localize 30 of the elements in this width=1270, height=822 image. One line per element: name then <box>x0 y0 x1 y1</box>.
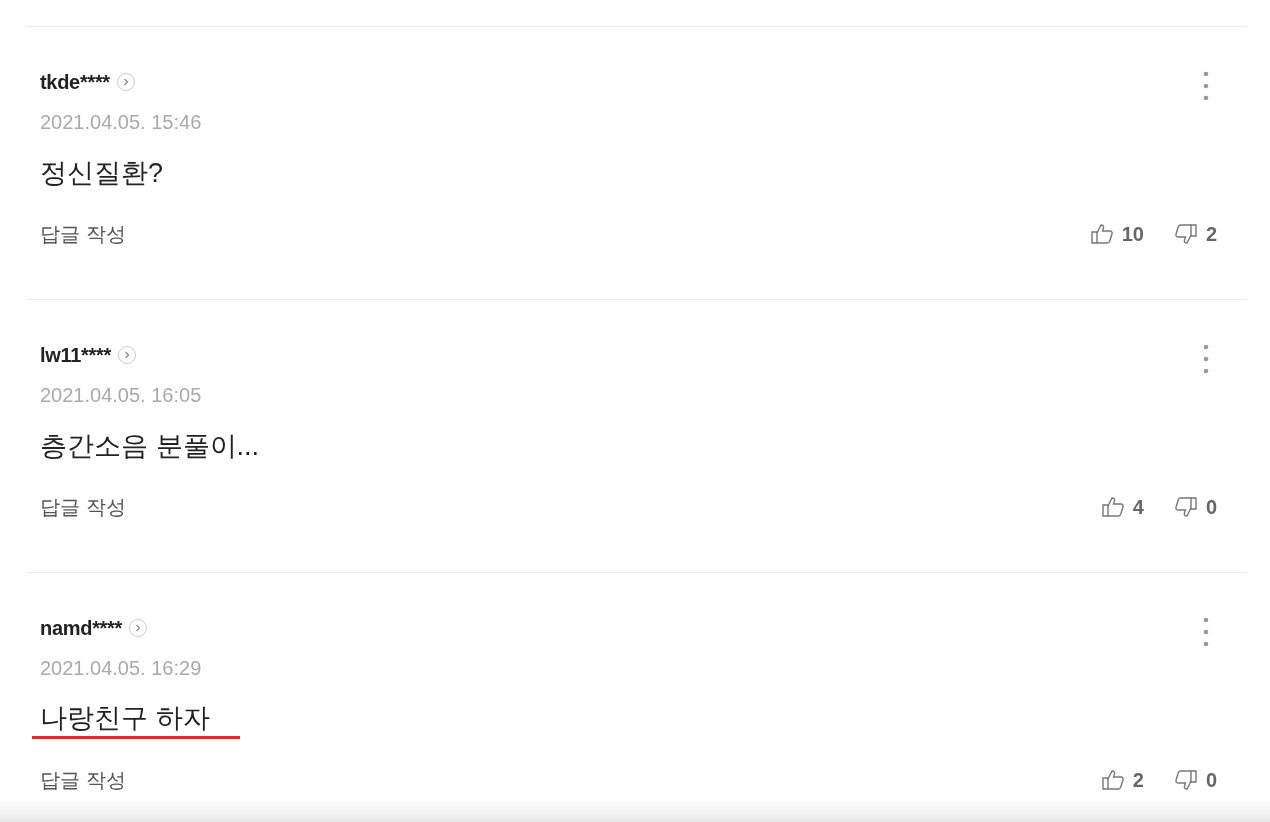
dislike-button[interactable]: 0 <box>1173 765 1217 795</box>
comment-text: 층간소음 분풀이... <box>40 430 259 463</box>
more-options-icon[interactable] <box>1203 617 1209 647</box>
thumbs-up-icon <box>1100 769 1125 791</box>
more-options-icon[interactable] <box>1203 344 1209 374</box>
username[interactable]: namd**** <box>40 616 123 640</box>
comment-text: 나랑친구 하자 <box>32 701 240 739</box>
comment-date: 2021.04.05. 16:29 <box>40 656 202 680</box>
reply-link[interactable]: 답글 작성 <box>40 220 126 248</box>
comment-date: 2021.04.05. 16:05 <box>40 383 202 407</box>
chevron-right-icon[interactable] <box>128 618 149 638</box>
thumbs-down-icon <box>1173 223 1198 245</box>
reply-link[interactable]: 답글 작성 <box>40 493 126 521</box>
thumbs-up-icon <box>1089 223 1114 245</box>
username[interactable]: lw11**** <box>40 343 111 367</box>
like-button[interactable]: 4 <box>1100 492 1144 522</box>
chevron-right-icon[interactable] <box>117 345 137 365</box>
thumbs-up-icon <box>1100 496 1125 518</box>
comment-text: 정신질환? <box>40 157 164 190</box>
like-button[interactable]: 10 <box>1089 219 1144 249</box>
like-button[interactable]: 2 <box>1100 765 1144 795</box>
chevron-right-icon[interactable] <box>115 72 136 92</box>
username[interactable]: tkde**** <box>40 70 110 94</box>
comment-date: 2021.04.05. 15:46 <box>40 110 202 134</box>
thumbs-down-icon <box>1173 769 1198 791</box>
more-options-icon[interactable] <box>1203 71 1209 101</box>
dislike-button[interactable]: 0 <box>1173 492 1217 522</box>
thumbs-down-icon <box>1173 496 1198 518</box>
reply-link[interactable]: 답글 작성 <box>40 766 126 794</box>
dislike-button[interactable]: 2 <box>1173 219 1217 249</box>
